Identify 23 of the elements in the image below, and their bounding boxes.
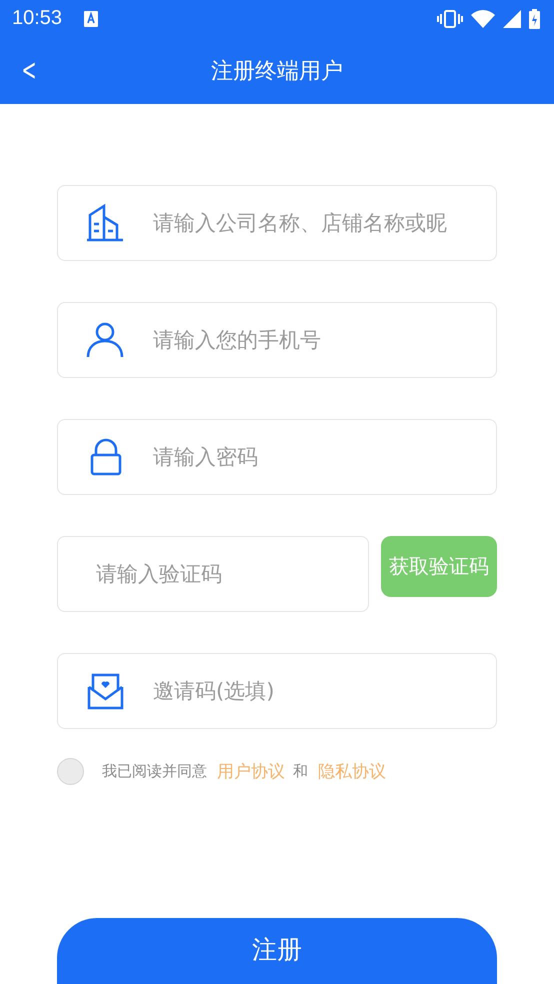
privacy-policy-link[interactable]: 隐私协议 (318, 760, 386, 783)
input-field[interactable]: 邀请码(选填) (57, 653, 497, 729)
person-icon (85, 320, 125, 360)
user-agreement-link[interactable]: 用户协议 (217, 760, 285, 783)
register-button[interactable]: 注册 (57, 918, 497, 984)
agree-checkbox[interactable] (57, 758, 84, 785)
back-button[interactable]: < (14, 46, 44, 96)
page-title: 注册终端用户 (211, 58, 343, 86)
notification-icon (84, 10, 98, 26)
input-field[interactable]: 请输入公司名称、店铺名称或昵 (57, 185, 497, 261)
wifi-icon (471, 10, 495, 28)
get-code-button[interactable]: 获取验证码 (381, 536, 497, 597)
vibrate-icon (437, 10, 463, 28)
input-field[interactable]: 请输入验证码 (57, 536, 369, 612)
input-field[interactable]: 请输入您的手机号 (57, 302, 497, 378)
and-text: 和 (293, 762, 308, 781)
signal-icon (503, 10, 521, 28)
input-field[interactable]: 请输入密码 (57, 419, 497, 495)
agree-text: 我已阅读并同意 (102, 762, 207, 781)
battery-icon (529, 8, 540, 28)
status-time: 10:53 (12, 7, 62, 30)
envelope-icon (86, 671, 126, 711)
building-icon (84, 203, 124, 243)
